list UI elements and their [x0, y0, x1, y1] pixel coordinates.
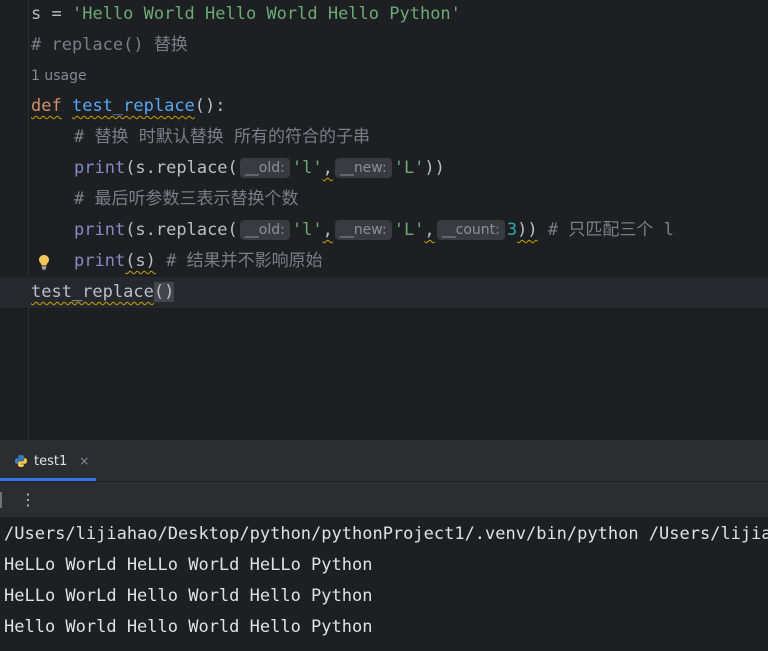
param-hint-old: __old:: [239, 220, 290, 240]
console-output[interactable]: /Users/lijiahao/Desktop/python/pythonPro…: [0, 517, 768, 651]
usage-hint[interactable]: 1 usage: [31, 64, 87, 88]
function-call: test_replace: [31, 282, 154, 302]
print-builtin: print: [74, 220, 126, 240]
param-hint-count: __count:: [436, 220, 505, 240]
console-line: Hello World Hello World Hello Python: [4, 617, 373, 637]
toolbar-edge: [0, 492, 2, 508]
param-hint-new: __new:: [334, 220, 392, 240]
string-literal: 'Hello World Hello World Hello Python': [71, 4, 461, 24]
console-line: HeLLo WorLd Hello World Hello Python: [4, 586, 373, 606]
variable-s: s: [31, 4, 42, 24]
lightbulb-icon[interactable]: [37, 254, 51, 270]
code-line-6-comment[interactable]: # 最后听参数三表示替换个数: [74, 185, 298, 213]
close-icon[interactable]: ×: [79, 454, 89, 468]
run-tab-bar: test1 ×: [0, 441, 768, 481]
code-editor[interactable]: s = 'Hello World Hello World Hello Pytho…: [0, 0, 768, 440]
function-name: test_replace: [71, 96, 195, 116]
console-line: /Users/lijiahao/Desktop/python/pythonPro…: [4, 524, 768, 544]
print-builtin: print: [74, 251, 126, 271]
param-hint-old: __old:: [239, 158, 290, 178]
code-line-7[interactable]: print(s.replace(__old:'l', __new: 'L', __co…: [74, 216, 674, 244]
code-line-8[interactable]: print(s) # 结果并不影响原始: [74, 247, 323, 275]
code-line-5[interactable]: print(s.replace(__old:'l', __new: 'L')): [74, 154, 445, 182]
console-line: HeLLo WorLd HeLLo WorLd HeLLo Python: [4, 555, 373, 575]
run-tab-test1[interactable]: test1 ×: [14, 449, 89, 473]
print-builtin: print: [74, 158, 126, 178]
run-tab-label: test1: [34, 453, 68, 469]
code-line-4-comment[interactable]: # 替换 时默认替换 所有的符合的子串: [74, 123, 370, 151]
code-line-3[interactable]: def test_replace():: [31, 92, 226, 120]
assign-operator: =: [41, 4, 72, 24]
code-line-2-comment[interactable]: # replace() 替换: [31, 31, 188, 59]
gutter-divider: [28, 0, 29, 440]
python-icon: [15, 455, 27, 467]
more-options-icon[interactable]: ⋮: [20, 490, 36, 509]
def-keyword: def: [31, 96, 62, 116]
code-line-9[interactable]: test_replace(): [31, 278, 175, 306]
run-toolbar: ⋮: [0, 481, 768, 518]
param-hint-new: __new:: [334, 158, 392, 178]
run-panel: test1 × ⋮ /Users/lijiahao/Desktop/python…: [0, 440, 768, 651]
code-line-1[interactable]: s = 'Hello World Hello World Hello Pytho…: [31, 0, 461, 28]
